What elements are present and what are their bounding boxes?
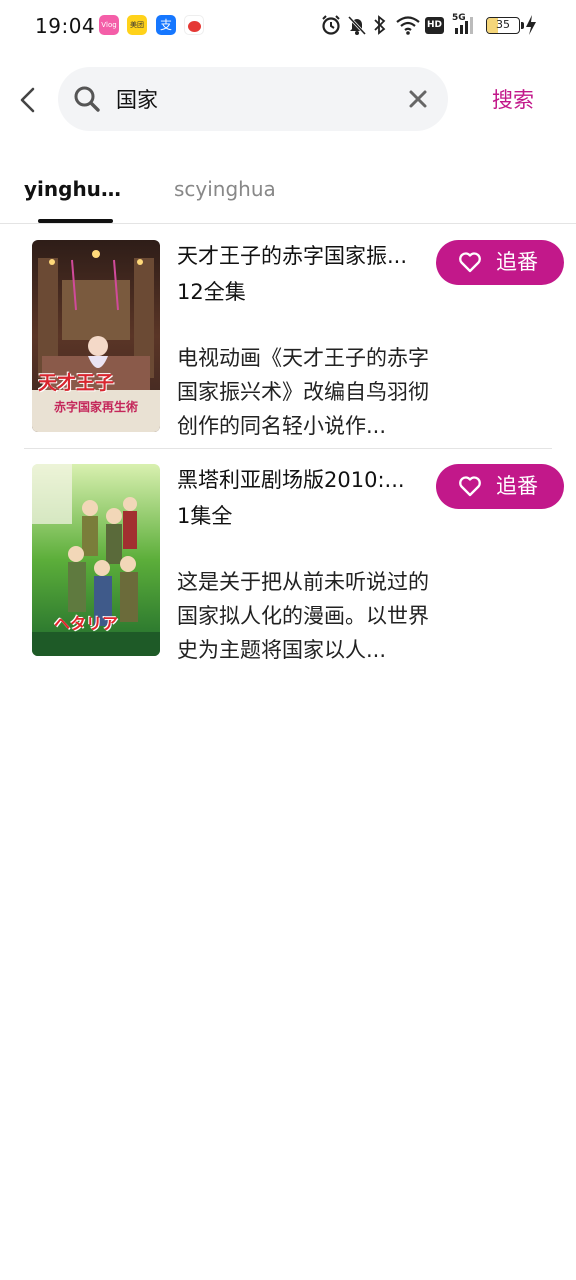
poster-title-text: ヘタリア <box>54 614 119 633</box>
heart-icon <box>459 476 481 497</box>
search-button[interactable]: 搜索 <box>478 80 548 120</box>
result-title: 天才王子的赤字国家振... <box>177 244 408 268</box>
bluetooth-icon <box>374 15 386 35</box>
status-time: 19:04 <box>35 14 96 38</box>
battery-indicator: 35 <box>486 17 520 34</box>
search-bar[interactable] <box>58 67 448 131</box>
clear-search-button[interactable] <box>406 87 430 111</box>
follow-button[interactable]: 追番 <box>436 464 564 509</box>
poster-subtitle-text: 赤字国家再生術 <box>53 400 138 414</box>
poster-title-text: 天才王子 <box>38 372 115 394</box>
search-results-screen: 19:04 Vlog 美团 支 HD 5G 35 国家 搜索 yinghua..… <box>0 0 576 1280</box>
source-tabs: yinghua... scyinghua <box>0 160 576 224</box>
hd-icon: HD <box>425 17 444 34</box>
meituan-icon: 美团 <box>127 15 147 35</box>
status-bar: 19:04 Vlog 美团 支 HD 5G 35 <box>0 0 576 52</box>
follow-button[interactable]: 追番 <box>436 240 564 285</box>
result-description: 这是关于把从前未听说过的国家拟人化的漫画。以世界史为主题将国家以人... <box>177 570 429 662</box>
heart-icon <box>459 252 481 273</box>
result-item[interactable]: ヘタリア 黑塔利亚剧场版2010:... 1集全 这是关于把从前未听说过的国家拟… <box>0 449 576 673</box>
tab-scyinghua[interactable]: scyinghua <box>174 174 294 210</box>
back-button[interactable] <box>12 80 44 120</box>
charging-icon <box>526 15 536 35</box>
alipay-icon: 支 <box>156 15 176 35</box>
search-input[interactable] <box>116 81 396 117</box>
result-title: 黑塔利亚剧场版2010:... <box>177 468 405 492</box>
signal-5g-icon <box>455 17 473 34</box>
anime-poster: ヘタリア <box>32 464 160 656</box>
follow-button-label: 追番 <box>496 474 538 498</box>
pink-app-icon: Vlog <box>99 15 119 35</box>
search-icon <box>74 86 100 112</box>
mute-icon <box>347 15 367 36</box>
result-description: 电视动画《天才王子的赤字国家振兴术》改编自鸟羽彻创作的同名轻小说作... <box>177 346 429 438</box>
result-list: 天才王子 赤字国家再生術 天才王子的赤字国家振... 12全集 电视动画《天才王… <box>0 225 576 673</box>
episode-count: 12全集 <box>177 280 246 304</box>
result-item[interactable]: 天才王子 赤字国家再生術 天才王子的赤字国家振... 12全集 电视动画《天才王… <box>0 225 576 449</box>
tab-yinghua[interactable]: yinghua... <box>24 174 128 210</box>
follow-button-label: 追番 <box>496 250 538 274</box>
close-icon <box>409 90 427 108</box>
battery-level-label: 35 <box>496 18 510 31</box>
episode-count: 1集全 <box>177 504 233 528</box>
battery-tip <box>521 22 524 29</box>
red-app-icon <box>184 15 204 35</box>
alarm-icon <box>322 15 340 35</box>
wifi-icon <box>396 16 420 35</box>
anime-poster: 天才王子 赤字国家再生術 <box>32 240 160 432</box>
active-tab-indicator <box>38 219 113 223</box>
chevron-left-icon <box>20 87 35 113</box>
